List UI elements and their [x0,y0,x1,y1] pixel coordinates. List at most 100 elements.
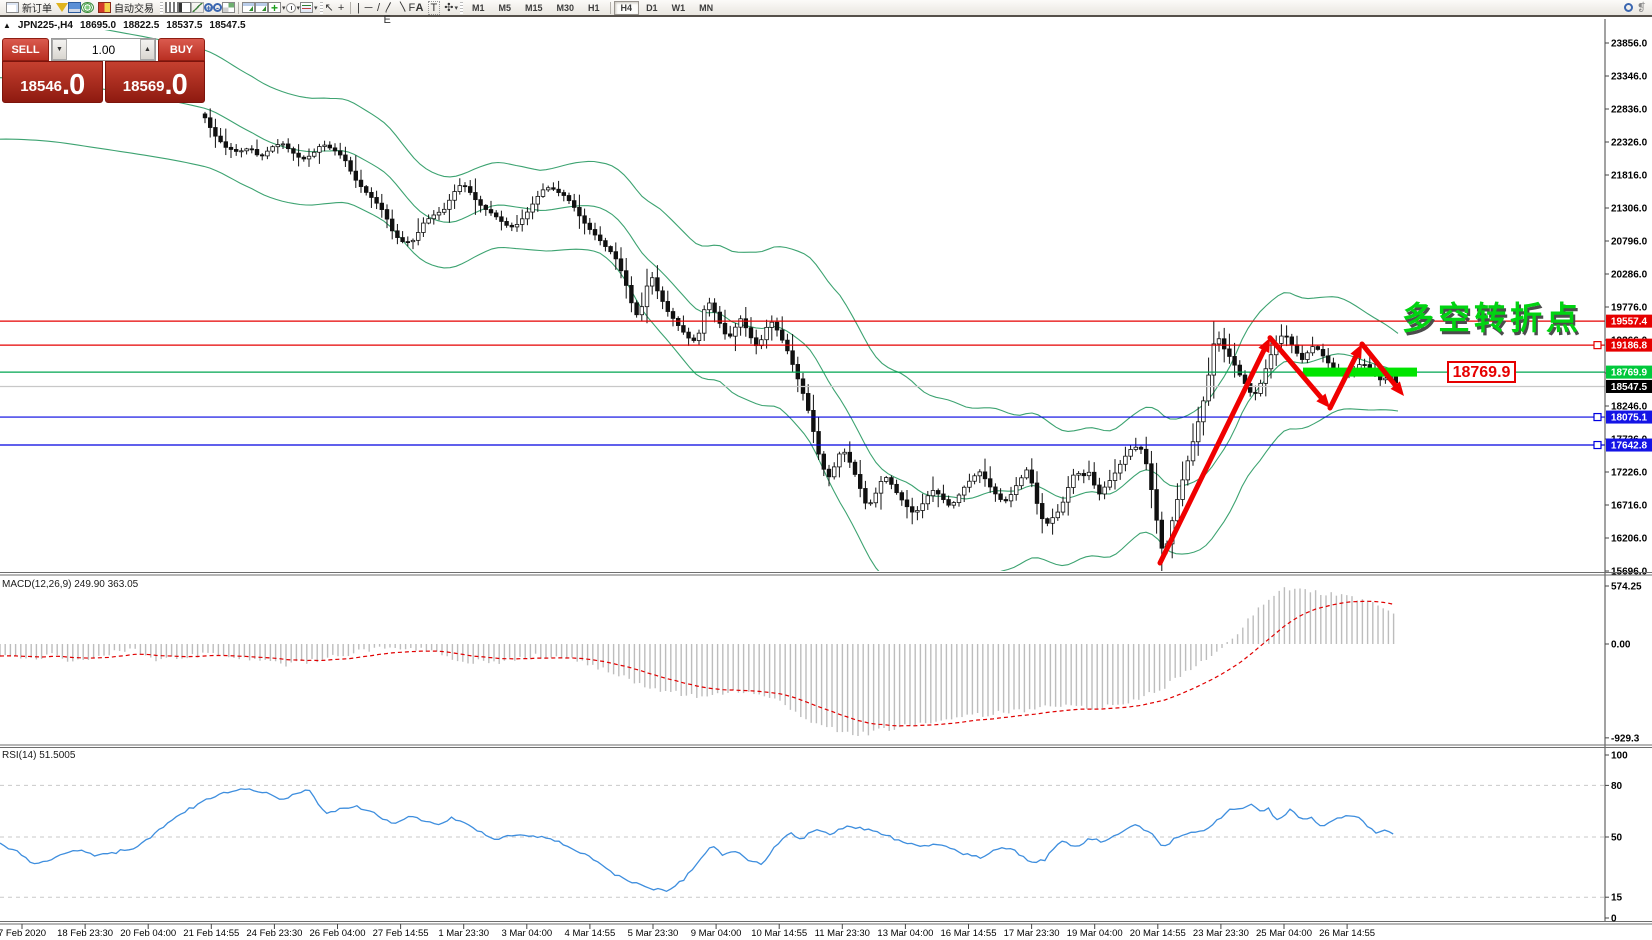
price-tick-label: 16716.0 [1611,501,1648,512]
price-tick-label: 17226.0 [1611,468,1648,479]
timeframe-m30[interactable]: M30 [550,1,582,15]
one-click-trade-panel: SELL ▼ ▲ BUY 18546.0 18569.0 [2,38,205,105]
buy-price-display[interactable]: 18569.0 [105,61,206,103]
price-tick-label: 22326.0 [1611,138,1648,149]
main-toolbar: 新订单 自动交易 + - ▾ ▾ ▾ ↖ + | ─ / 〳E 〵F A T ✣… [0,0,1652,17]
rsi-scale-label: 0 [1611,914,1617,925]
toolbar-separator [350,2,351,14]
arrows-caret-icon[interactable]: ▾ [454,4,458,12]
sell-button[interactable]: SELL [2,38,49,61]
time-axis-label: 7 Feb 2020 [0,928,46,939]
timeframe-m15[interactable]: M15 [518,1,550,15]
line-chart-icon[interactable] [191,2,204,13]
symbol-name: JPN225-,H4 [18,20,73,31]
time-axis-label: 26 Mar 14:55 [1319,928,1375,939]
highlight-support-bar[interactable] [1303,368,1417,377]
time-axis-label: 1 Mar 23:30 [438,928,489,939]
vertical-line-tool-icon[interactable]: | [354,2,364,13]
zoom-out-icon[interactable]: - [213,3,222,12]
svg-text:18769.9: 18769.9 [1611,368,1648,379]
svg-text:18075.1: 18075.1 [1611,413,1648,424]
arrows-tool-icon[interactable]: ✣ [440,2,453,14]
buy-button[interactable]: BUY [158,38,205,61]
volume-input[interactable] [67,39,140,60]
time-axis-label: 13 Mar 04:00 [877,928,933,939]
timeframe-h4[interactable]: H4 [614,1,640,15]
chart-canvas: 23856.023346.022836.022326.021816.021306… [0,0,1652,940]
crosshair-icon[interactable]: + [336,2,347,13]
toolbar-grip [460,2,463,14]
bollinger-lower [0,139,1398,596]
sell-price-main: 18546 [20,74,62,100]
collapse-icon[interactable]: ▲ [3,21,11,30]
tile-windows-icon[interactable] [222,2,235,13]
volume-down-button[interactable]: ▼ [52,39,67,60]
price-tick-label: 23856.0 [1611,39,1648,50]
svg-text:19557.4: 19557.4 [1611,317,1648,328]
macd-indicator-label: MACD(12,26,9) 249.90 363.05 [2,579,138,590]
ohlc-close: 18547.5 [209,20,245,31]
svg-text:19186.8: 19186.8 [1611,341,1648,352]
channel-tool-icon[interactable]: 〳E [384,2,398,13]
time-axis-label: 19 Mar 04:00 [1067,928,1123,939]
sell-price-display[interactable]: 18546.0 [2,61,103,103]
fibonacci-tool-icon[interactable]: 〵F [398,2,412,13]
price-tick-label: 21306.0 [1611,204,1648,215]
chat-icon[interactable]: ❡ [1633,2,1650,14]
line-handle-18075.1[interactable] [1594,414,1601,421]
toolbar-grip [320,2,323,14]
time-axis-label: 4 Mar 14:55 [565,928,616,939]
new-order-icon [6,2,19,13]
chart-title-bar: ▲ JPN225-,H4 18695.0 18822.5 18537.5 185… [0,19,246,31]
ohlc-high: 18822.5 [123,20,159,31]
time-axis-label: 27 Feb 14:55 [373,928,429,939]
terminal-icon[interactable] [68,2,81,13]
timeframe-w1[interactable]: W1 [665,1,693,15]
time-axis-label: 9 Mar 04:00 [691,928,742,939]
add-indicator-icon[interactable] [268,2,281,13]
zoom-in-icon[interactable]: + [204,3,213,12]
line-handle-17642.8[interactable] [1594,442,1601,449]
time-axis-label: 26 Feb 04:00 [310,928,366,939]
autotrade-button[interactable]: 自动交易 [94,0,158,15]
chart-autoscroll-icon[interactable] [255,2,268,13]
bollinger-middle [0,78,1398,499]
turning-point-annotation[interactable]: 多空转折点 [1402,293,1582,339]
volume-up-button[interactable]: ▲ [140,39,155,60]
horizontal-line-tool-icon[interactable]: ─ [364,2,374,13]
toolbar-grip [160,2,163,14]
templates-caret-icon[interactable]: ▾ [314,4,318,12]
line-handle-19186.8[interactable] [1594,342,1601,349]
trendline-tool-icon[interactable]: / [374,2,384,13]
candlestick-chart-icon[interactable] [178,2,191,13]
timeframe-d1[interactable]: D1 [639,1,665,15]
funnel-icon[interactable] [56,3,68,12]
time-axis-label: 11 Mar 23:30 [815,928,870,939]
macd-scale-label: 574.25 [1611,582,1642,593]
timeframe-m1[interactable]: M1 [465,1,492,15]
timeframe-m5[interactable]: M5 [491,1,518,15]
indicator-caret-icon[interactable]: ▾ [282,4,286,12]
signals-icon[interactable] [81,2,94,13]
templates-icon[interactable] [300,2,313,13]
time-axis-label: 16 Mar 14:55 [941,928,997,939]
cursor-icon[interactable]: ↖ [325,2,336,13]
price-tick-label: 22836.0 [1611,105,1648,116]
rsi-scale-label: 15 [1611,893,1623,904]
chart-shift-icon[interactable] [242,2,255,13]
time-axis-label: 18 Feb 23:30 [57,928,113,939]
price-tick-label: 21816.0 [1611,171,1648,182]
timeframe-mn[interactable]: MN [692,1,720,15]
time-axis-label: 20 Mar 14:55 [1130,928,1186,939]
price-tick-label: 19776.0 [1611,303,1648,314]
time-axis-label: 17 Mar 23:30 [1004,928,1060,939]
bar-chart-icon[interactable] [165,2,178,13]
ohlc-low: 18537.5 [166,20,202,31]
periods-icon[interactable] [286,3,296,13]
timeframe-h1[interactable]: H1 [581,1,607,15]
search-icon[interactable] [1624,3,1633,12]
label-tool-icon[interactable]: T [428,1,441,15]
rsi-line [0,789,1393,891]
price-tag-label[interactable]: 18769.9 [1447,361,1516,383]
new-order-button[interactable]: 新订单 [2,0,56,15]
